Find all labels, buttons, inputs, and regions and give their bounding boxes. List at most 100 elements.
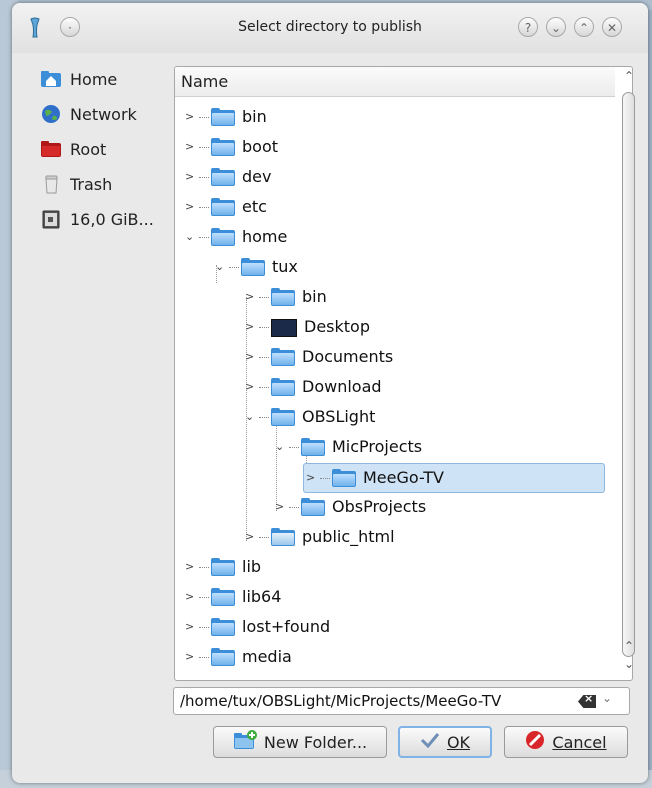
tree-row-label: Desktop xyxy=(304,317,370,336)
column-header-name[interactable]: Name xyxy=(175,67,615,97)
minimize-button[interactable]: ⌄ xyxy=(546,17,566,37)
tree-row[interactable]: > public_html xyxy=(245,523,395,551)
scrollbar-thumb[interactable] xyxy=(622,92,635,657)
expander-icon[interactable]: ⌄ xyxy=(185,223,197,251)
scroll-up-small-icon[interactable]: ⌃ xyxy=(622,639,636,653)
expander-icon[interactable]: > xyxy=(185,613,197,641)
tree-row-label: home xyxy=(242,227,288,246)
path-input[interactable]: /home/tux/OBSLight/MicProjects/MeeGo-TV xyxy=(180,692,501,710)
expander-icon[interactable]: > xyxy=(245,343,257,371)
expander-icon[interactable]: > xyxy=(245,283,257,311)
scroll-up-icon[interactable]: ⌃ xyxy=(622,69,636,83)
folder-icon xyxy=(271,408,295,426)
folder-icon xyxy=(332,469,356,487)
expander-icon[interactable]: ⌄ xyxy=(215,253,227,281)
tree-row-label: MicProjects xyxy=(332,437,423,456)
new-folder-button[interactable]: New Folder... xyxy=(213,726,387,758)
expander-icon[interactable]: > xyxy=(245,313,257,341)
tree-row-label: etc xyxy=(242,197,267,216)
path-combo-box[interactable]: /home/tux/OBSLight/MicProjects/MeeGo-TV … xyxy=(173,687,630,715)
places-item-root[interactable]: Root xyxy=(40,135,180,163)
tree-row[interactable]: > lost+found xyxy=(185,613,330,641)
trash-icon xyxy=(40,174,62,194)
expander-icon[interactable]: > xyxy=(245,373,257,401)
places-item-label: Trash xyxy=(70,174,113,194)
directory-tree[interactable]: Name > bin > boot > dev > etc ⌄ home ⌄ tux > bi… xyxy=(174,66,633,681)
new-folder-icon xyxy=(233,730,257,754)
tree-scrollbar[interactable]: ⌃ ⌃ ⌄ xyxy=(619,67,639,679)
expander-icon[interactable]: ⌄ xyxy=(245,403,257,431)
tree-row[interactable]: > ObsProjects xyxy=(275,493,426,521)
chevron-down-icon[interactable]: ⌄ xyxy=(602,691,612,705)
expander-icon[interactable]: > xyxy=(185,193,197,221)
tree-row[interactable]: > Download xyxy=(245,373,382,401)
folder-icon xyxy=(271,378,295,396)
folder-icon xyxy=(211,108,235,126)
root-folder-icon xyxy=(40,139,62,159)
expander-icon[interactable]: > xyxy=(185,133,197,161)
tree-row[interactable]: > etc xyxy=(185,193,267,221)
new-folder-label: New Folder... xyxy=(263,732,368,752)
tree-row[interactable]: ⌄ home xyxy=(185,223,287,251)
places-item-label: Home xyxy=(70,69,118,89)
tree-row[interactable]: > lib xyxy=(185,553,261,581)
places-item-home[interactable]: Home xyxy=(40,65,180,93)
expander-icon[interactable]: > xyxy=(275,493,287,521)
expander-icon[interactable]: > xyxy=(185,643,197,671)
tree-row-label: ObsProjects xyxy=(332,497,427,516)
folder-icon xyxy=(211,138,235,156)
maximize-button[interactable]: ⌃ xyxy=(574,17,594,37)
tree-row[interactable]: > media xyxy=(185,643,292,671)
places-item-label: Network xyxy=(70,104,137,124)
tree-row-label: public_html xyxy=(302,527,395,546)
tree-row-label: media xyxy=(242,647,292,666)
clear-text-icon[interactable]: × xyxy=(578,695,596,708)
expander-icon[interactable]: > xyxy=(245,523,257,551)
ok-label: OK xyxy=(446,732,471,752)
ok-button[interactable]: OK xyxy=(398,726,492,758)
folder-icon xyxy=(211,558,235,576)
close-button[interactable]: ✕ xyxy=(602,17,622,37)
expander-icon[interactable]: > xyxy=(185,163,197,191)
cancel-icon xyxy=(525,730,545,754)
tree-row[interactable]: > boot xyxy=(185,133,278,161)
scroll-down-icon[interactable]: ⌄ xyxy=(622,657,636,671)
folder-icon xyxy=(211,618,235,636)
tree-row[interactable]: > lib64 xyxy=(185,583,281,611)
folder-icon xyxy=(271,288,295,306)
places-item-drive[interactable]: 16,0 GiB... xyxy=(40,205,180,233)
places-item-network[interactable]: Network xyxy=(40,100,180,128)
folder-icon xyxy=(211,588,235,606)
expander-icon[interactable]: ⌄ xyxy=(275,433,287,461)
places-item-trash[interactable]: Trash xyxy=(40,170,180,198)
folder-icon xyxy=(241,258,265,276)
expander-icon[interactable]: > xyxy=(185,553,197,581)
tree-row[interactable]: > bin xyxy=(185,103,267,131)
tree-row[interactable]: > Documents xyxy=(245,343,393,371)
folder-icon xyxy=(271,348,295,366)
tree-row[interactable]: > dev xyxy=(185,163,271,191)
expander-icon[interactable]: > xyxy=(306,464,318,492)
folder-icon xyxy=(211,198,235,216)
tree-row-label: bin xyxy=(242,107,267,126)
title-bar[interactable]: · Select directory to publish ? ⌄ ⌃ ✕ xyxy=(12,3,648,53)
places-item-label: 16,0 GiB... xyxy=(70,209,154,229)
expander-icon[interactable]: > xyxy=(185,583,197,611)
help-button[interactable]: ? xyxy=(518,17,538,37)
tree-row[interactable]: > bin xyxy=(245,283,327,311)
tree-row-label: Documents xyxy=(302,347,394,366)
cancel-button[interactable]: Cancel xyxy=(504,726,628,758)
checkmark-icon xyxy=(420,732,440,752)
tree-row-label: Download xyxy=(302,377,382,396)
tree-row[interactable]: ⌄ MicProjects xyxy=(275,433,422,461)
tree-row-selected[interactable]: > MeeGo-TV xyxy=(303,463,605,493)
tree-row-label: MeeGo-TV xyxy=(363,468,444,487)
folder-icon xyxy=(211,228,235,246)
tree-row[interactable]: ⌄ OBSLight xyxy=(245,403,375,431)
tree-row[interactable]: > Desktop xyxy=(245,313,370,341)
select-directory-dialog: · Select directory to publish ? ⌄ ⌃ ✕ Ho… xyxy=(12,3,648,783)
cancel-label: Cancel xyxy=(552,732,607,752)
tree-row[interactable]: ⌄ tux xyxy=(215,253,298,281)
tree-row-label: tux xyxy=(272,257,298,276)
expander-icon[interactable]: > xyxy=(185,103,197,131)
